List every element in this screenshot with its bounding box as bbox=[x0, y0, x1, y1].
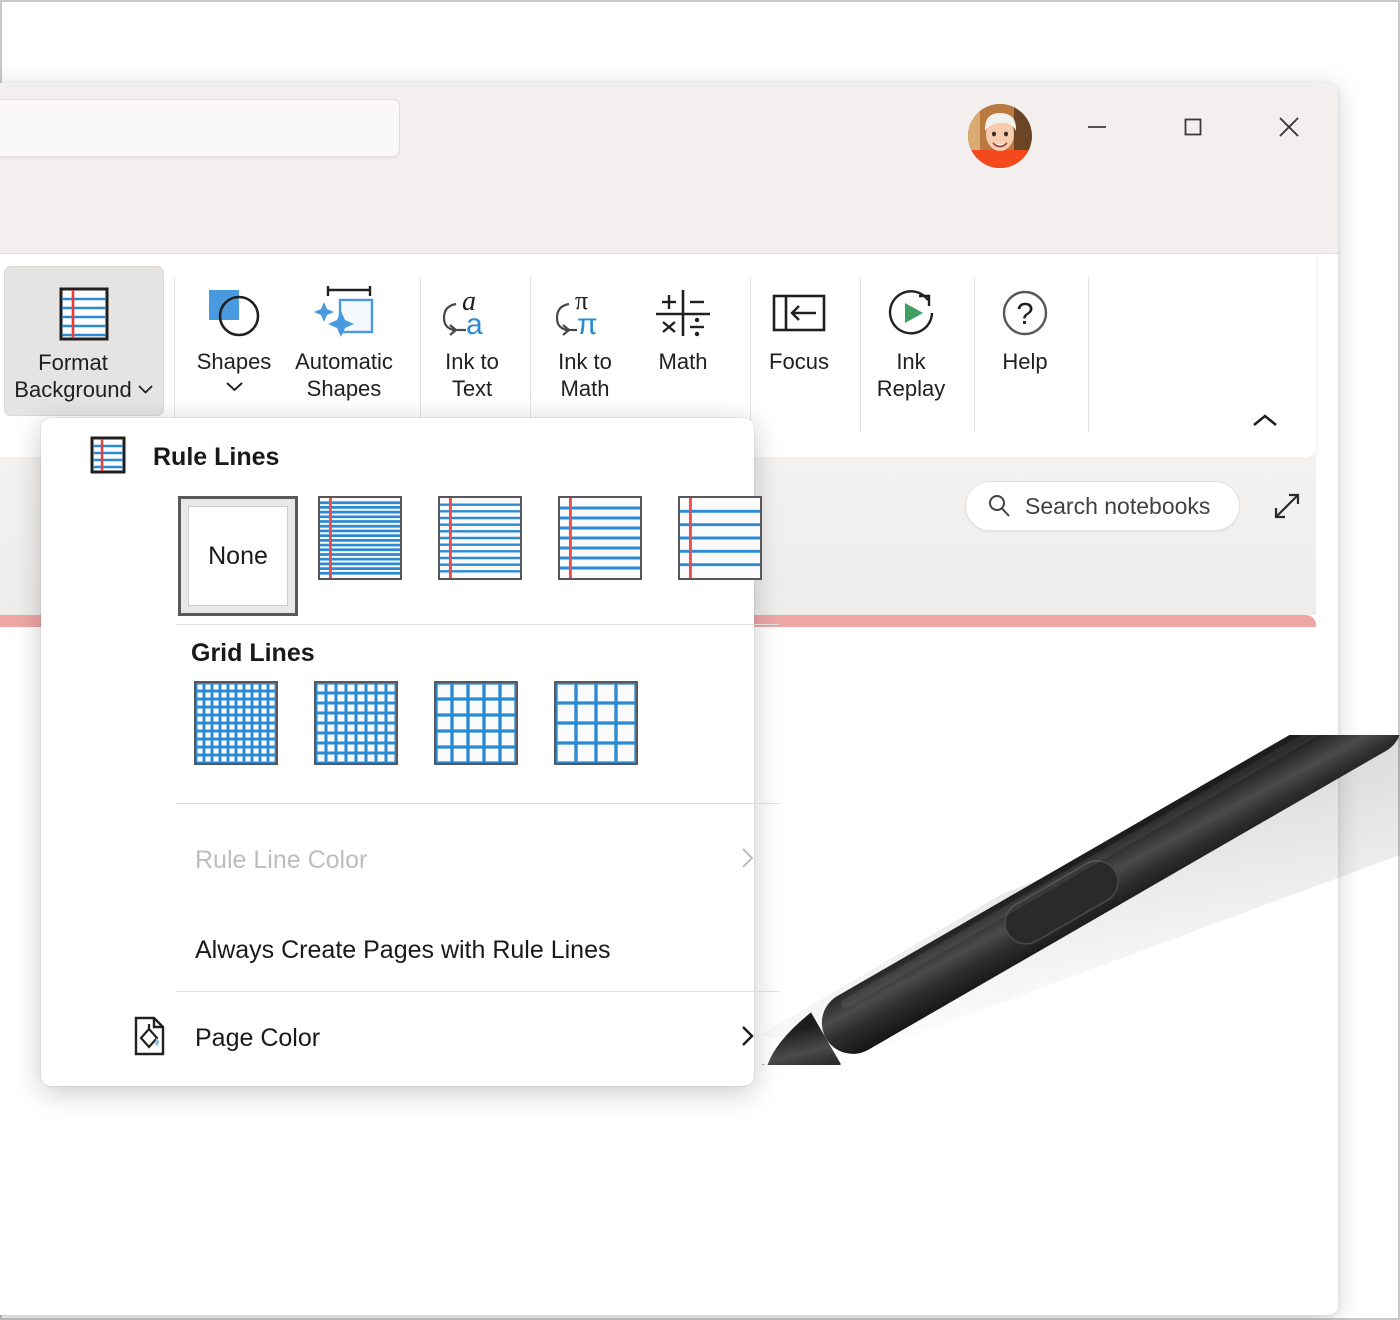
avatar-photo-icon bbox=[968, 104, 1032, 168]
ribbon-button-help[interactable]: ? Help bbox=[984, 266, 1066, 375]
ribbon-button-label: Focus bbox=[769, 348, 829, 375]
expand-diagonal-icon bbox=[1270, 489, 1304, 523]
search-notebooks-placeholder: Search notebooks bbox=[1025, 493, 1210, 520]
chevron-up-icon bbox=[1250, 412, 1280, 430]
ribbon-separator bbox=[860, 277, 861, 432]
format-background-dropdown: Rule Lines None Grid Lines Rule Line Col… bbox=[41, 418, 754, 1086]
question-circle-icon: ? bbox=[994, 282, 1056, 344]
ribbon-button-ink-to-text[interactable]: a a Ink to Text bbox=[432, 266, 512, 402]
ribbon-separator bbox=[750, 277, 751, 432]
close-button[interactable] bbox=[1242, 83, 1336, 171]
ribbon-button-ink-to-math[interactable]: π π Ink to Math bbox=[544, 266, 626, 402]
ruled-page-icon bbox=[89, 435, 127, 480]
grid-line-option-medium-grid[interactable] bbox=[314, 681, 398, 765]
rule-lines-swatch-row: None bbox=[178, 496, 798, 616]
ribbon-button-shapes[interactable]: Shapes bbox=[188, 266, 280, 393]
menu-item-rule-line-color[interactable]: Rule Line Color bbox=[41, 830, 754, 890]
minimize-button[interactable] bbox=[1050, 83, 1144, 171]
ribbon-button-insert-space[interactable]: ert ce bbox=[0, 260, 2, 396]
avatar[interactable] bbox=[968, 104, 1032, 168]
ribbon-separator bbox=[174, 277, 175, 432]
svg-text:?: ? bbox=[1016, 296, 1033, 331]
ribbon-button-label: Automatic Shapes bbox=[295, 348, 393, 402]
dropdown-header-title: Rule Lines bbox=[153, 443, 279, 472]
menu-item-label: Page Color bbox=[195, 1024, 320, 1053]
maximize-icon bbox=[1180, 114, 1206, 140]
replay-play-icon bbox=[880, 282, 942, 344]
grid-line-option-small-grid[interactable] bbox=[194, 681, 278, 765]
focus-pane-icon bbox=[768, 282, 830, 344]
insert-space-icon bbox=[0, 276, 2, 338]
ribbon-separator bbox=[974, 277, 975, 432]
svg-text:π: π bbox=[577, 308, 598, 341]
search-icon bbox=[986, 493, 1012, 519]
dropdown-header: Rule Lines bbox=[41, 418, 754, 496]
grid-lines-title: Grid Lines bbox=[191, 639, 315, 668]
menu-item-label: Rule Line Color bbox=[195, 846, 367, 875]
ribbon-button-label: Format Background bbox=[14, 349, 131, 403]
minimize-icon bbox=[1084, 114, 1110, 140]
ruled-page-icon bbox=[56, 283, 112, 345]
screenshot-root: ert ce bbox=[0, 0, 1400, 1320]
square-circle-icon bbox=[203, 282, 265, 344]
math-operators-icon bbox=[652, 282, 714, 344]
grid-line-option-very-large-grid[interactable] bbox=[554, 681, 638, 765]
ink-to-math-icon: π π bbox=[551, 282, 619, 344]
chevron-down-icon bbox=[225, 381, 244, 393]
ribbon-button-math[interactable]: Math bbox=[642, 266, 724, 375]
ribbon-button-format-background[interactable]: Format Background bbox=[4, 266, 164, 416]
ribbon-separator bbox=[420, 277, 421, 432]
quick-search-box[interactable] bbox=[0, 99, 400, 157]
collapse-ribbon-button[interactable] bbox=[1250, 412, 1280, 435]
ribbon-button-automatic-shapes[interactable]: Automatic Shapes bbox=[284, 266, 404, 402]
ribbon-button-label: Math bbox=[659, 348, 708, 375]
title-bar bbox=[0, 83, 1338, 171]
ribbon-button-label: Ink to Text bbox=[445, 348, 499, 402]
svg-text:a: a bbox=[466, 308, 483, 341]
maximize-button[interactable] bbox=[1146, 83, 1240, 171]
chevron-down-icon bbox=[137, 384, 154, 395]
divider bbox=[176, 991, 779, 992]
rule-line-option-narrow-ruled[interactable] bbox=[318, 496, 402, 580]
ribbon-button-label: Help bbox=[1002, 348, 1047, 375]
ribbon-button-ink-replay[interactable]: Ink Replay bbox=[868, 266, 954, 402]
ribbon-tab-strip[interactable] bbox=[0, 171, 1338, 254]
expand-search-button[interactable] bbox=[1270, 489, 1304, 528]
rule-line-option-label: None bbox=[188, 506, 288, 606]
ribbon-button-label: Shapes bbox=[197, 348, 272, 375]
ribbon-button-label: Ink to Math bbox=[558, 348, 612, 402]
rule-line-option-standard-ruled[interactable] bbox=[558, 496, 642, 580]
divider bbox=[176, 803, 779, 804]
grid-lines-swatch-row bbox=[194, 681, 674, 765]
chevron-right-icon bbox=[738, 1023, 756, 1054]
search-notebooks-input[interactable]: Search notebooks bbox=[965, 481, 1240, 531]
menu-item-page-color[interactable]: Page Color bbox=[41, 1008, 754, 1068]
page-color-icon bbox=[129, 1014, 169, 1063]
sparkle-square-icon bbox=[308, 282, 380, 344]
ribbon-separator bbox=[1088, 277, 1089, 432]
chevron-right-icon bbox=[738, 845, 756, 876]
menu-item-always-create-pages-with-rule-lines[interactable]: Always Create Pages with Rule Lines bbox=[41, 920, 754, 980]
divider bbox=[176, 624, 779, 625]
rule-line-option-wide-ruled[interactable] bbox=[678, 496, 762, 580]
ribbon-button-focus[interactable]: Focus bbox=[760, 266, 838, 375]
close-icon bbox=[1274, 112, 1304, 142]
ink-to-text-icon: a a bbox=[438, 282, 506, 344]
ribbon-separator bbox=[530, 277, 531, 432]
ribbon-button-label: Ink Replay bbox=[877, 348, 945, 402]
menu-item-label: Always Create Pages with Rule Lines bbox=[195, 936, 610, 965]
rule-line-option-none[interactable]: None bbox=[178, 496, 298, 616]
rule-line-option-college-ruled[interactable] bbox=[438, 496, 522, 580]
grid-line-option-large-grid[interactable] bbox=[434, 681, 518, 765]
